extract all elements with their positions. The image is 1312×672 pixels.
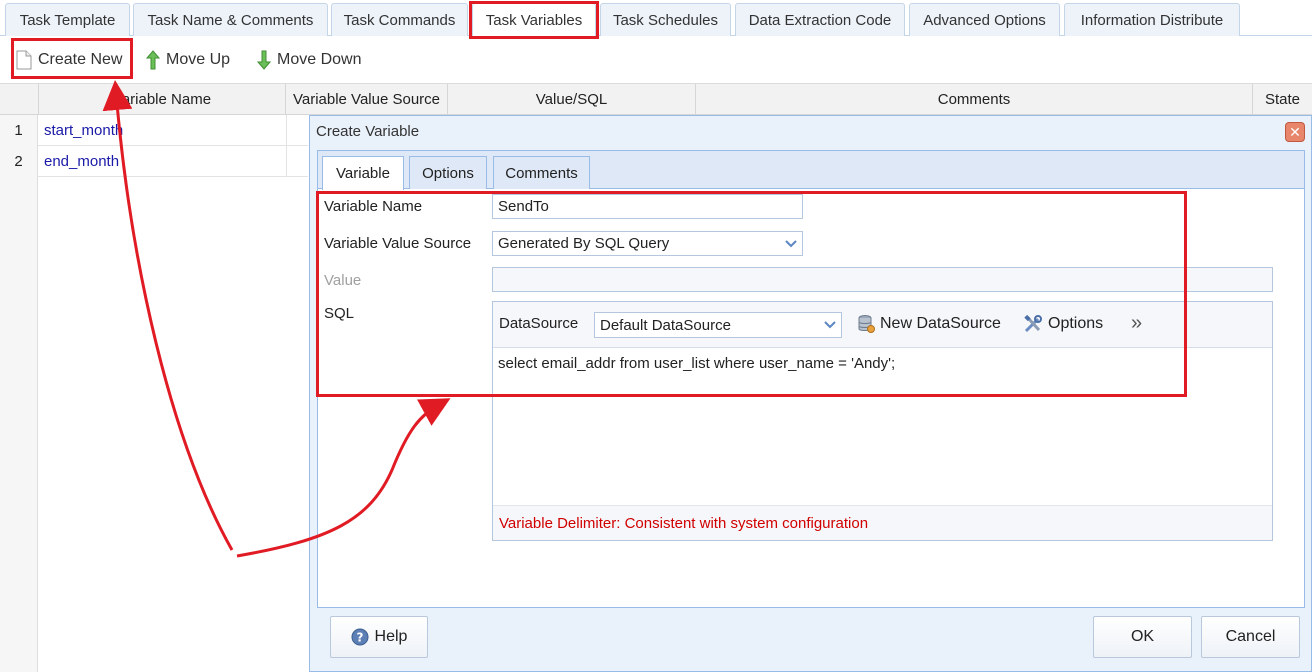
- dialog-body: Variable Options Comments Variable Name …: [317, 150, 1305, 608]
- sql-toolbar: DataSource Default DataSource New DataSo…: [493, 302, 1272, 348]
- create-variable-dialog: Create Variable ✕ Variable Options Comme…: [309, 115, 1312, 672]
- svg-text:?: ?: [356, 631, 363, 645]
- sql-label: SQL: [324, 305, 355, 322]
- sql-editor-panel: DataSource Default DataSource New DataSo…: [492, 301, 1273, 541]
- row-number-gutter: [0, 177, 38, 672]
- dialog-tab-comments[interactable]: Comments: [493, 156, 590, 189]
- variable-name-label: Variable Name: [324, 198, 423, 215]
- sql-footer: Variable Delimiter: Consistent with syst…: [493, 505, 1272, 540]
- tab-task-variables[interactable]: Task Variables: [472, 3, 596, 37]
- chevron-down-icon[interactable]: [819, 313, 841, 337]
- arrow-up-icon: [146, 50, 160, 70]
- variable-name-cell: end_month: [44, 153, 120, 170]
- sql-query-text[interactable]: select email_addr from user_list where u…: [498, 355, 895, 372]
- arrow-down-icon: [257, 50, 271, 70]
- variable-value-source-select[interactable]: Generated By SQL Query: [492, 231, 803, 256]
- tab-task-name-comments[interactable]: Task Name & Comments: [133, 3, 328, 36]
- row-number: 2: [0, 146, 38, 177]
- cell-divider: [286, 115, 287, 146]
- datasource-label: DataSource: [499, 315, 579, 332]
- move-up-button[interactable]: Move Up: [146, 47, 230, 73]
- variable-value-source-label: Variable Value Source: [324, 235, 472, 252]
- dialog-tab-strip: Variable Options Comments: [318, 151, 1304, 190]
- dialog-title: Create Variable: [316, 123, 420, 140]
- task-tab-bar: Task Template Task Name & Comments Task …: [0, 0, 1312, 37]
- variable-delimiter-note: Variable Delimiter: Consistent with syst…: [499, 515, 869, 532]
- column-state[interactable]: State: [1253, 84, 1312, 115]
- tab-data-extraction-code[interactable]: Data Extraction Code: [735, 3, 905, 36]
- datasource-select[interactable]: Default DataSource: [594, 312, 842, 338]
- cancel-button[interactable]: Cancel: [1201, 616, 1300, 658]
- row-number: 1: [0, 115, 38, 146]
- row-number-header: [0, 84, 39, 115]
- new-datasource-button[interactable]: New DataSource: [857, 314, 1001, 334]
- sql-options-button[interactable]: Options: [1023, 314, 1103, 334]
- tab-task-schedules[interactable]: Task Schedules: [600, 3, 731, 36]
- help-icon: ?: [351, 628, 369, 646]
- new-document-icon: [16, 50, 32, 70]
- variables-toolbar: Create New Move Up Move Down: [0, 37, 1312, 84]
- database-icon: [858, 315, 875, 333]
- tab-advanced-options[interactable]: Advanced Options: [909, 3, 1060, 36]
- column-variable-name[interactable]: Variable Name: [39, 84, 286, 115]
- dialog-footer: ? Help OK Cancel: [317, 608, 1305, 666]
- ok-button[interactable]: OK: [1093, 616, 1192, 658]
- variable-name-input[interactable]: SendTo: [492, 194, 803, 219]
- table-row[interactable]: 1 start_month: [0, 115, 308, 146]
- tab-task-commands[interactable]: Task Commands: [331, 3, 468, 36]
- value-label: Value: [324, 272, 362, 289]
- column-comments[interactable]: Comments: [696, 84, 1253, 115]
- dialog-tab-options[interactable]: Options: [409, 156, 487, 189]
- column-variable-value-source[interactable]: Variable Value Source: [286, 84, 448, 115]
- move-down-button[interactable]: Move Down: [257, 47, 361, 73]
- tools-icon: [1024, 314, 1042, 333]
- table-row[interactable]: 2 end_month: [0, 146, 308, 177]
- help-button[interactable]: ? Help: [330, 616, 428, 658]
- dialog-tab-variable[interactable]: Variable: [322, 156, 404, 190]
- tab-task-template[interactable]: Task Template: [5, 3, 130, 36]
- variables-grid-header: Variable Name Variable Value Source Valu…: [0, 84, 1312, 115]
- column-value-sql[interactable]: Value/SQL: [448, 84, 696, 115]
- create-new-button[interactable]: Create New: [16, 47, 122, 73]
- more-tools-button[interactable]: »: [1131, 312, 1142, 335]
- tab-information-distribute[interactable]: Information Distribute: [1064, 3, 1240, 36]
- chevron-down-icon[interactable]: [780, 232, 802, 255]
- value-input[interactable]: [492, 267, 1273, 292]
- cell-divider: [286, 146, 287, 177]
- variable-name-cell: start_month: [44, 122, 124, 139]
- close-icon[interactable]: ✕: [1285, 122, 1305, 142]
